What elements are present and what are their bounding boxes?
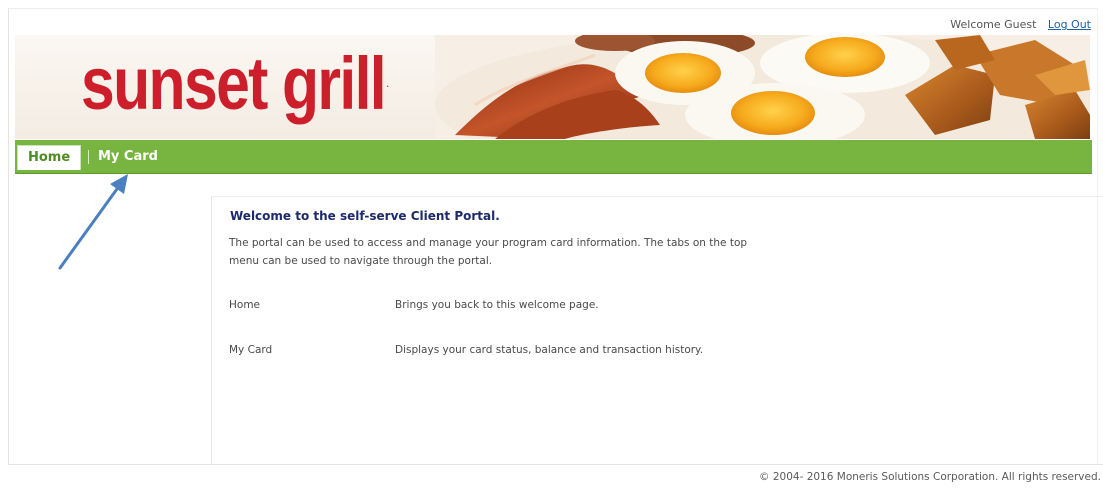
breakfast-plate-image bbox=[435, 35, 1090, 139]
intro-text: The portal can be used to access and man… bbox=[229, 234, 829, 270]
welcome-guest-text: Welcome Guest bbox=[950, 18, 1037, 31]
intro-line-2: menu can be used to navigate through the… bbox=[229, 255, 493, 267]
row-desc-home: Brings you back to this welcome page. bbox=[395, 299, 599, 311]
logout-link[interactable]: Log Out bbox=[1048, 18, 1091, 31]
tab-home[interactable]: Home bbox=[17, 145, 82, 170]
welcome-heading: Welcome to the self-serve Client Portal. bbox=[230, 209, 500, 223]
nav-separator bbox=[88, 150, 89, 164]
portal-page: Welcome Guest Log Out sunset grill. Home… bbox=[0, 0, 1103, 492]
intro-line-1: The portal can be used to access and man… bbox=[229, 237, 748, 249]
sunset-grill-logo: sunset grill. bbox=[81, 42, 389, 125]
header-banner: sunset grill. bbox=[15, 35, 1090, 139]
welcome-panel: Welcome to the self-serve Client Portal.… bbox=[211, 196, 1103, 465]
copyright-footer: © 2004- 2016 Moneris Solutions Corporati… bbox=[759, 471, 1101, 483]
annotation-arrow-icon bbox=[58, 174, 128, 270]
main-nav-bar: Home My Card bbox=[15, 140, 1092, 174]
footer-divider bbox=[8, 464, 1103, 465]
row-desc-my-card: Displays your card status, balance and t… bbox=[395, 344, 704, 356]
tab-my-card[interactable]: My Card bbox=[98, 145, 158, 169]
user-bar: Welcome Guest Log Out bbox=[950, 18, 1091, 31]
logo-text: sunset grill bbox=[81, 42, 387, 125]
row-label-home: Home bbox=[229, 299, 261, 311]
row-label-my-card: My Card bbox=[229, 344, 273, 356]
